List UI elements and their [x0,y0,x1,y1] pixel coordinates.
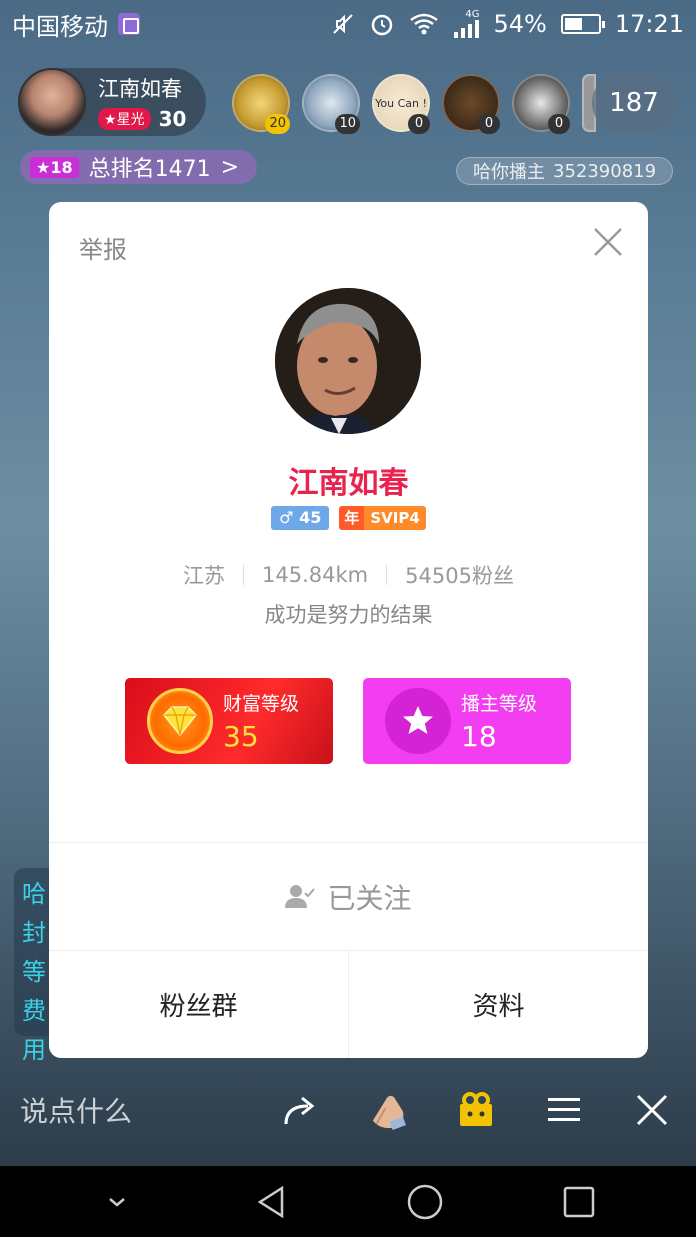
menu-icon[interactable] [540,1086,588,1134]
gallery-notification-icon [118,13,140,35]
viewer-avatar[interactable]: You Can ! 0 [372,74,430,134]
anchor-level-card[interactable]: 播主等级 18 [363,678,571,764]
meta-divider [386,565,388,585]
viewer-avatar-label: You Can ! [375,96,427,110]
distance: 145.84km [262,563,369,587]
host-info-pill[interactable]: 江南如春 ★星光 30 [18,68,206,136]
wifi-icon [410,13,439,35]
wealth-level-value: 35 [223,720,259,753]
report-button[interactable]: 举报 [79,230,127,265]
android-nav-bar [0,1166,696,1237]
viewer-avatar[interactable]: 10 [302,74,360,134]
rank-pill[interactable]: ★18 总排名1471 > [20,150,258,184]
applause-icon[interactable] [364,1086,412,1134]
alarm-icon [372,14,393,36]
gender-age-tag: ♂ 45 [271,506,330,530]
anchor-level-title: 播主等级 [461,693,538,715]
svip-tag: 年 SVIP4 [339,506,426,530]
diamond-icon [147,688,213,754]
viewer-count-badge: 0 [408,114,430,134]
back-icon[interactable] [247,1178,295,1226]
chat-input[interactable]: 说点什么 [20,1090,132,1130]
host-name: 江南如春 [98,77,182,101]
chat-char: 哈 [22,880,46,908]
viewer-avatar[interactable]: 0 [442,74,500,134]
wealth-level-title: 财富等级 [223,693,300,715]
viewer-count-badge: 0 [478,114,500,134]
viewer-avatars: 20 10 You Can ! 0 0 0 [232,74,596,134]
year-tag: 年 [339,506,365,530]
chat-char: 费 [22,997,46,1025]
user-meta: 江苏 145.84km 54505粉丝 [49,560,648,590]
carrier-label: 中国移动 [12,12,108,41]
starlight-label: 星光 [116,112,145,128]
battery-icon [560,14,605,34]
follow-label: 已关注 [327,881,412,915]
room-id-label: 哈你播主 [473,162,545,183]
user-avatar[interactable] [275,288,421,434]
anchor-level-number: 18 [50,157,73,177]
profile-button[interactable]: 资料 [348,951,648,1058]
user-tags: ♂ 45 年 SVIP4 [49,506,648,530]
follow-button[interactable]: 已关注 [49,843,648,950]
chat-char: 封 [22,919,46,947]
network-type: 4G [465,9,480,20]
share-icon[interactable] [276,1086,324,1134]
total-rank-text: 总排名1471 [88,157,211,182]
battery-fill [564,18,582,30]
bottom-toolbar: 说点什么 [0,1074,696,1146]
exit-room-icon[interactable] [628,1086,676,1134]
chevron-right-icon: > [220,154,240,180]
user-motto: 成功是努力的结果 [264,603,433,627]
close-icon[interactable] [590,224,626,260]
chat-char: 用 [22,1036,46,1064]
user-name: 江南如春 [288,466,409,501]
fans-group-button[interactable]: 粉丝群 [49,951,348,1058]
home-icon[interactable] [401,1178,449,1226]
svip-level: SVIP4 [364,506,426,530]
fans-count: 54505粉丝 [405,564,514,588]
wealth-level-card[interactable]: 财富等级 35 [125,678,333,764]
star-icon [385,688,451,754]
signal-bars-icon [454,20,480,38]
anchor-level-value: 18 [461,720,497,753]
status-bar: 中国移动 4G 54% 17:21 [0,0,696,48]
chat-char: 等 [22,958,46,986]
mute-icon [333,14,354,34]
viewer-total-button[interactable]: 187 [592,72,676,134]
room-id-value: 352390819 [553,160,657,182]
viewer-count-badge: 10 [335,114,360,134]
viewer-count-badge: 20 [265,114,290,134]
meta-divider [243,565,245,585]
room-id-pill: 哈你播主 352390819 [456,157,674,185]
host-score: 30 [158,107,187,131]
gift-icon[interactable] [452,1086,500,1134]
starlight-badge: ★星光 [98,108,151,130]
location: 江苏 [183,564,226,588]
recents-icon[interactable] [555,1178,603,1226]
host-avatar[interactable] [18,68,86,136]
chat-message-fragment: 哈 封 等 费 用 [14,868,54,1064]
viewer-count-badge: 0 [548,114,570,134]
anchor-level-tag: ★18 [30,156,79,178]
collapse-nav-icon[interactable] [93,1178,141,1226]
signal-indicator: 4G [453,9,480,38]
clock: 17:21 [614,10,684,38]
followed-user-icon [285,884,316,908]
user-card-dialog: 举报 江南如春 ♂ 45 年 SVIP4 江苏 145.84km 54505粉丝… [49,202,648,1058]
battery-percent: 54% [493,10,547,38]
viewer-avatar[interactable]: 0 [512,74,570,134]
viewer-avatar[interactable]: 20 [232,74,290,134]
